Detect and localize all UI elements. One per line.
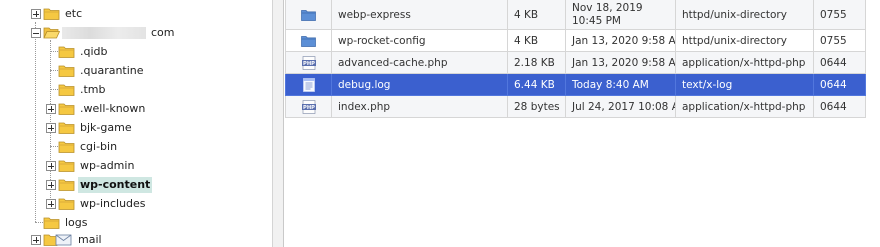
log-file-icon bbox=[302, 77, 315, 92]
pane-splitter[interactable] bbox=[272, 0, 284, 247]
tree-item-label: .qidb bbox=[80, 44, 108, 58]
expand-icon[interactable] bbox=[31, 9, 41, 19]
tree-item-label: wp-content bbox=[78, 176, 153, 193]
folder-icon bbox=[58, 46, 75, 58]
folder-icon bbox=[58, 65, 75, 77]
expand-icon[interactable] bbox=[46, 180, 56, 190]
file-name: advanced-cache.php bbox=[331, 51, 508, 74]
file-date: Jan 13, 2020 9:58 AM bbox=[565, 29, 676, 52]
tree-item-wp-content[interactable]: wp-content bbox=[46, 175, 153, 194]
file-size: 2.18 KB bbox=[507, 51, 566, 74]
file-type: application/x-httpd-php bbox=[675, 51, 814, 74]
tree-item-label: mail bbox=[78, 232, 102, 246]
folder-icon bbox=[58, 160, 75, 172]
tree-item-label: bjk-game bbox=[80, 120, 132, 134]
file-row-wp-rocket-config[interactable]: wp-rocket-config 4 KB Jan 13, 2020 9:58 … bbox=[285, 29, 866, 52]
php-file-icon: PHP bbox=[301, 55, 316, 70]
tree-item-bjk-game[interactable]: bjk-game bbox=[46, 118, 134, 137]
tree-item-label: etc bbox=[65, 6, 83, 20]
file-icon-cell: PHP bbox=[285, 51, 332, 74]
tree-item-wp-admin[interactable]: wp-admin bbox=[46, 156, 136, 175]
file-perms: 0755 bbox=[813, 0, 866, 30]
tree-item-label: com bbox=[151, 25, 175, 39]
tree-item-label: .quarantine bbox=[80, 63, 144, 77]
file-type: application/x-httpd-php bbox=[675, 95, 814, 118]
folder-icon bbox=[58, 103, 75, 115]
file-icon-cell bbox=[285, 29, 332, 52]
file-type: httpd/unix-directory bbox=[675, 0, 814, 30]
tree-item-domain[interactable]: com bbox=[31, 23, 177, 42]
file-date: Today 8:40 AM bbox=[565, 73, 676, 96]
folder-icon bbox=[58, 198, 75, 210]
file-list: webp-express 4 KB Nov 18, 2019 10:45 PM … bbox=[285, 0, 880, 247]
folder-icon bbox=[58, 141, 75, 153]
file-row-advanced-cache-php[interactable]: PHP advanced-cache.php 2.18 KB Jan 13, 2… bbox=[285, 51, 866, 74]
file-perms: 0644 bbox=[813, 95, 866, 118]
file-size: 6.44 KB bbox=[507, 73, 566, 96]
tree-item-etc[interactable]: etc bbox=[31, 4, 84, 23]
file-name: index.php bbox=[331, 95, 508, 118]
expand-icon[interactable] bbox=[46, 199, 56, 209]
expand-icon[interactable] bbox=[46, 123, 56, 133]
folder-icon bbox=[58, 122, 75, 134]
php-file-icon: PHP bbox=[301, 99, 316, 114]
folder-icon bbox=[43, 8, 60, 20]
directory-tree: etc com .qidb .quarantine .tmb .well-kno… bbox=[0, 0, 272, 247]
file-icon-cell bbox=[285, 0, 332, 30]
expand-icon[interactable] bbox=[31, 235, 41, 245]
tree-item-tmb[interactable]: .tmb bbox=[58, 80, 108, 99]
expand-icon[interactable] bbox=[46, 161, 56, 171]
expand-icon[interactable] bbox=[46, 104, 56, 114]
file-type: text/x-log bbox=[675, 73, 814, 96]
file-icon-cell: PHP bbox=[285, 95, 332, 118]
mail-folder-icon bbox=[43, 234, 72, 246]
file-name: wp-rocket-config bbox=[331, 29, 508, 52]
tree-item-label: .well-known bbox=[80, 101, 146, 115]
redacted-domain-name bbox=[62, 26, 146, 39]
tree-item-label: logs bbox=[65, 215, 88, 229]
file-perms: 0755 bbox=[813, 29, 866, 52]
file-perms: 0644 bbox=[813, 73, 866, 96]
open-folder-icon bbox=[43, 27, 60, 39]
tree-item-qidb[interactable]: .qidb bbox=[58, 42, 110, 61]
file-table: webp-express 4 KB Nov 18, 2019 10:45 PM … bbox=[285, 0, 866, 118]
file-size: 28 bytes bbox=[507, 95, 566, 118]
tree-item-cgi-bin[interactable]: cgi-bin bbox=[58, 137, 119, 156]
tree-item-well-known[interactable]: .well-known bbox=[46, 99, 147, 118]
svg-text:PHP: PHP bbox=[303, 60, 315, 66]
tree-item-quarantine[interactable]: .quarantine bbox=[58, 61, 146, 80]
file-row-debug-log[interactable]: debug.log 6.44 KB Today 8:40 AM text/x-l… bbox=[285, 73, 866, 96]
folder-icon bbox=[58, 179, 75, 191]
directory-icon bbox=[301, 35, 316, 47]
svg-text:PHP: PHP bbox=[303, 104, 315, 110]
folder-icon bbox=[58, 84, 75, 96]
file-row-index-php[interactable]: PHP index.php 28 bytes Jul 24, 2017 10:0… bbox=[285, 95, 866, 118]
tree-item-label: cgi-bin bbox=[80, 139, 118, 153]
file-size: 4 KB bbox=[507, 29, 566, 52]
file-icon-cell bbox=[285, 73, 332, 96]
file-name: webp-express bbox=[331, 0, 508, 30]
file-perms: 0644 bbox=[813, 51, 866, 74]
tree-item-label: .tmb bbox=[80, 82, 106, 96]
tree-item-label: wp-admin bbox=[80, 158, 135, 172]
file-date: Jul 24, 2017 10:08 AM bbox=[565, 95, 676, 118]
folder-icon bbox=[43, 217, 60, 229]
file-date: Jan 13, 2020 9:58 AM bbox=[565, 51, 676, 74]
tree-item-label: wp-includes bbox=[80, 196, 146, 210]
file-row-webp-express[interactable]: webp-express 4 KB Nov 18, 2019 10:45 PM … bbox=[285, 0, 866, 30]
file-date: Nov 18, 2019 10:45 PM bbox=[565, 0, 676, 30]
directory-icon bbox=[301, 9, 316, 21]
file-type: httpd/unix-directory bbox=[675, 29, 814, 52]
file-size: 4 KB bbox=[507, 0, 566, 30]
collapse-icon[interactable] bbox=[31, 28, 41, 38]
tree-item-wp-includes[interactable]: wp-includes bbox=[46, 194, 148, 213]
tree-item-mail[interactable]: mail bbox=[31, 230, 104, 247]
file-name: debug.log bbox=[331, 73, 508, 96]
